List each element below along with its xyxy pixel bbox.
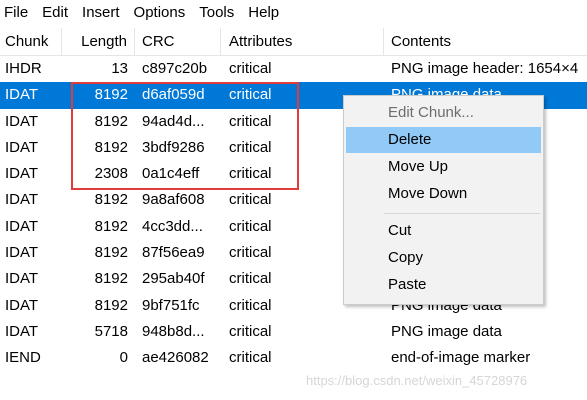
menu-tools[interactable]: Tools xyxy=(192,0,241,26)
chunk-crc: 4cc3dd... xyxy=(142,217,203,235)
chunk-crc: 295ab40f xyxy=(142,270,205,288)
menu-bar: File Edit Insert Options Tools Help xyxy=(0,0,587,26)
chunk-length: 8192 xyxy=(94,112,128,130)
context-menu-move-down[interactable]: Move Down xyxy=(346,181,541,207)
png-chunk-editor-window: File Edit Insert Options Tools Help Chun… xyxy=(0,0,587,400)
table-row[interactable]: IDAT 5718 948b8d... critical PNG image d… xyxy=(0,319,587,345)
chunk-length: 2308 xyxy=(94,165,128,183)
chunk-type: IDAT xyxy=(5,270,39,288)
chunk-crc: 87f56ea9 xyxy=(142,244,205,262)
column-header-length[interactable]: Length xyxy=(62,28,135,55)
context-menu: Edit Chunk... Delete Move Up Move Down C… xyxy=(343,95,544,305)
chunk-crc: 0a1c4eff xyxy=(142,165,200,183)
chunk-type: IEND xyxy=(5,349,41,367)
menu-file[interactable]: File xyxy=(0,0,35,26)
chunk-type: IDAT xyxy=(5,296,39,314)
chunk-attributes: critical xyxy=(229,60,272,77)
chunk-length: 0 xyxy=(119,349,128,367)
menu-help[interactable]: Help xyxy=(241,0,286,26)
chunk-contents: PNG image data xyxy=(391,322,502,340)
chunk-type: IDAT xyxy=(5,217,39,235)
chunk-crc: 9a8af608 xyxy=(142,191,205,209)
chunk-contents: end-of-image marker xyxy=(391,349,531,367)
context-menu-edit-chunk[interactable]: Edit Chunk... xyxy=(346,100,541,126)
menu-options[interactable]: Options xyxy=(127,0,193,26)
table-header: Chunk Length CRC Attributes Contents xyxy=(0,28,587,56)
context-menu-paste[interactable]: Paste xyxy=(346,272,541,298)
chunk-type: IDAT xyxy=(5,112,39,130)
chunk-type: IDAT xyxy=(5,165,39,183)
chunk-length: 13 xyxy=(111,60,128,77)
chunk-crc: 948b8d... xyxy=(142,322,205,340)
chunk-length: 5718 xyxy=(94,322,128,340)
chunk-length: 8192 xyxy=(94,86,128,104)
table-row[interactable]: IHDR 13 c897c20b critical PNG image head… xyxy=(0,56,587,82)
chunk-attributes: critical xyxy=(229,349,272,367)
chunk-length: 8192 xyxy=(94,217,128,235)
context-menu-copy[interactable]: Copy xyxy=(346,245,541,271)
chunk-crc: ae426082 xyxy=(142,349,209,367)
chunk-type: IHDR xyxy=(5,60,42,77)
chunk-crc: 3bdf9286 xyxy=(142,138,205,156)
watermark-text: https://blog.csdn.net/weixin_45728976 xyxy=(306,373,528,388)
column-header-crc[interactable]: CRC xyxy=(135,28,221,55)
table-row[interactable]: IEND 0 ae426082 critical end-of-image ma… xyxy=(0,345,587,371)
chunk-crc: c897c20b xyxy=(142,60,208,77)
chunk-crc: 94ad4d... xyxy=(142,112,205,130)
chunk-length: 8192 xyxy=(94,191,128,209)
column-header-chunk[interactable]: Chunk xyxy=(0,28,62,55)
chunk-crc: 9bf751fc xyxy=(142,296,200,314)
chunk-type: IDAT xyxy=(5,322,39,340)
menu-edit[interactable]: Edit xyxy=(35,0,75,26)
context-menu-delete[interactable]: Delete xyxy=(346,127,541,153)
context-menu-separator xyxy=(384,213,540,214)
chunk-length: 8192 xyxy=(94,296,128,314)
column-header-attributes[interactable]: Attributes xyxy=(221,28,384,55)
context-menu-move-up[interactable]: Move Up xyxy=(346,154,541,180)
chunk-length: 8192 xyxy=(94,244,128,262)
menu-insert[interactable]: Insert xyxy=(75,0,127,26)
chunk-type: IDAT xyxy=(5,86,39,104)
chunk-contents: PNG image header: 1654×4 xyxy=(391,60,579,77)
context-menu-cut[interactable]: Cut xyxy=(346,218,541,244)
chunk-type: IDAT xyxy=(5,191,39,209)
column-header-contents[interactable]: Contents xyxy=(384,28,587,55)
chunk-length: 8192 xyxy=(94,138,128,156)
chunk-length: 8192 xyxy=(94,270,128,288)
chunk-type: IDAT xyxy=(5,244,39,262)
chunk-crc: d6af059d xyxy=(142,86,205,104)
chunk-type: IDAT xyxy=(5,138,39,156)
chunk-attributes: critical xyxy=(229,322,272,340)
